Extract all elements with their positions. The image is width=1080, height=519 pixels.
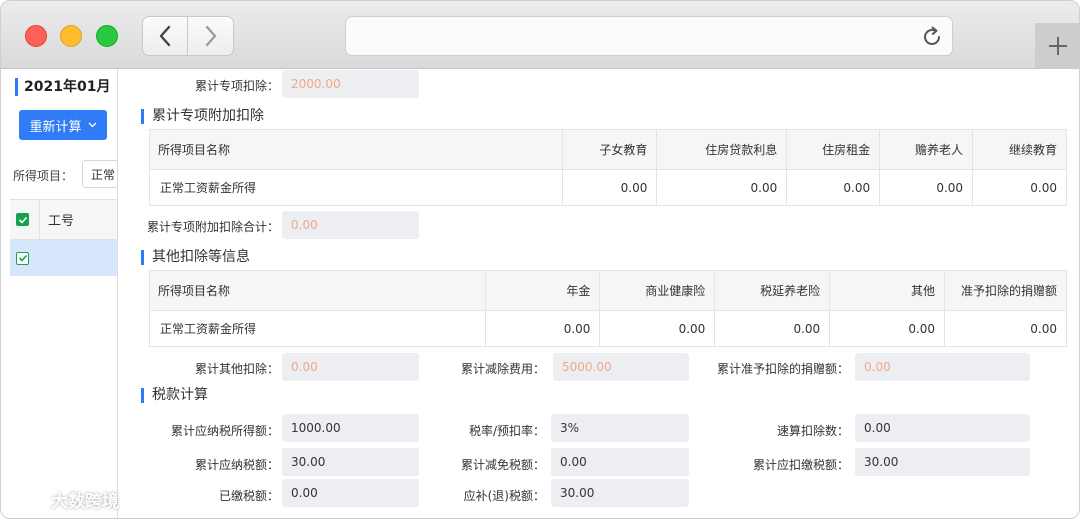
browser-window: 2021年01月 重新计算 所得项目： 正常 工号 累计专项扣除： 2000.0… — [0, 0, 1080, 519]
col-elder-support: 赡养老人 — [879, 129, 974, 170]
table-row[interactable] — [10, 240, 117, 276]
cell-deductible-donation: 0.00 — [944, 310, 1067, 347]
col-deferred-pension: 税延养老险 — [714, 270, 831, 311]
cum-donation-field: 0.00 — [855, 353, 1030, 381]
col-income-item: 所得项目名称 — [149, 270, 486, 311]
reload-icon[interactable] — [920, 25, 944, 49]
col-health-insurance: 商业健康险 — [599, 270, 716, 311]
employee-table: 工号 — [10, 199, 117, 276]
tax-payable-field: 30.00 — [282, 448, 419, 476]
other-deduction-table: 所得项目名称 年金 商业健康险 税延养老险 其他 准予扣除的捐赠额 正常工资薪金… — [149, 270, 1067, 347]
address-bar[interactable] — [345, 16, 953, 56]
check-icon — [18, 254, 27, 262]
check-icon — [18, 216, 27, 224]
left-panel: 2021年01月 重新计算 所得项目： 正常 工号 — [1, 69, 118, 518]
col-income-item: 所得项目名称 — [148, 129, 564, 170]
period-title: 2021年01月 — [15, 78, 110, 96]
cum-other-label: 累计其他扣除： — [194, 362, 279, 376]
special-total-field: 0.00 — [282, 211, 419, 239]
employee-table-header: 工号 — [10, 199, 117, 240]
recalculate-button[interactable]: 重新计算 — [19, 110, 107, 140]
cell-mortgage-interest: 0.00 — [656, 169, 788, 206]
watermark-text: 大数跨境 — [51, 492, 119, 512]
tax-relief-label: 累计减免税额： — [460, 458, 545, 472]
taxable-income-label: 累计应纳税所得额： — [170, 424, 279, 438]
tax-payable-label: 累计应纳税额： — [194, 458, 279, 472]
browser-toolbar — [1, 1, 1079, 69]
detail-panel: 累计专项扣除： 2000.00 累计专项附加扣除 所得项目名称 子女教育 住房贷… — [119, 69, 1079, 518]
column-employee-no[interactable]: 工号 — [48, 210, 74, 229]
cum-other-field: 0.00 — [282, 353, 419, 381]
table-row: 正常工资薪金所得 0.00 0.00 0.00 0.00 0.00 — [148, 169, 1067, 206]
tax-withheld-field: 30.00 — [855, 448, 1030, 476]
cell-deferred-pension: 0.00 — [714, 310, 831, 347]
cum-special-deduction-field: 2000.00 — [282, 70, 419, 98]
col-continuing-education: 继续教育 — [972, 129, 1067, 170]
quick-deduction-label: 速算扣除数： — [776, 424, 849, 438]
col-housing-rent: 住房租金 — [786, 129, 881, 170]
recalculate-label: 重新计算 — [29, 119, 82, 135]
zoom-window-button[interactable] — [96, 25, 118, 47]
tax-relief-field: 0.00 — [551, 448, 689, 476]
col-deductible-donation: 准予扣除的捐赠额 — [944, 270, 1067, 311]
cum-reduction-label: 累计减除费用： — [460, 362, 545, 376]
tax-due-label: 应补(退)税额： — [463, 489, 545, 503]
col-mortgage-interest: 住房贷款利息 — [656, 129, 788, 170]
chevron-down-icon — [88, 122, 96, 128]
minimize-window-button[interactable] — [60, 25, 82, 47]
tax-withheld-label: 累计应扣缴税额： — [752, 458, 849, 472]
tax-rate-label: 税率/预扣率： — [468, 424, 545, 438]
table-header-row: 所得项目名称 子女教育 住房贷款利息 住房租金 赡养老人 继续教育 — [148, 129, 1067, 170]
col-child-education: 子女教育 — [562, 129, 658, 170]
quick-deduction-field: 0.00 — [855, 414, 1030, 442]
section-title-tax: 税款计算 — [141, 388, 208, 403]
cell-child-education: 0.00 — [562, 169, 658, 206]
cell-annuity: 0.00 — [484, 310, 601, 347]
watermark-logo-icon — [13, 491, 43, 508]
cum-special-deduction-label: 累计专项扣除： — [194, 79, 279, 93]
row-checkbox[interactable] — [16, 251, 29, 265]
plus-icon — [1049, 37, 1067, 55]
new-tab-button[interactable] — [1035, 23, 1079, 69]
special-deduction-table: 所得项目名称 子女教育 住房贷款利息 住房租金 赡养老人 继续教育 正常工资薪金… — [148, 129, 1067, 206]
income-item-label: 所得项目： — [13, 169, 74, 183]
taxable-income-field: 1000.00 — [282, 414, 419, 442]
column-divider — [39, 199, 40, 240]
tax-rate-field: 3% — [551, 414, 689, 442]
col-annuity: 年金 — [484, 270, 601, 311]
cell-other: 0.00 — [829, 310, 946, 347]
cum-reduction-field: 5000.00 — [553, 353, 689, 381]
watermark: 大数跨境 — [11, 487, 119, 512]
table-header-row: 所得项目名称 年金 商业健康险 税延养老险 其他 准予扣除的捐赠额 — [149, 270, 1067, 311]
section-title-special: 累计专项附加扣除 — [141, 109, 264, 124]
table-row: 正常工资薪金所得 0.00 0.00 0.00 0.00 0.00 — [149, 310, 1067, 347]
close-window-button[interactable] — [25, 25, 47, 47]
cell-income-item: 正常工资薪金所得 — [149, 310, 486, 347]
cell-continuing-education: 0.00 — [972, 169, 1067, 206]
tax-paid-field: 0.00 — [282, 479, 419, 507]
section-title-other: 其他扣除等信息 — [141, 250, 250, 265]
cell-elder-support: 0.00 — [879, 169, 974, 206]
back-button[interactable] — [142, 16, 188, 56]
cum-donation-label: 累计准予扣除的捐赠额： — [716, 362, 849, 376]
forward-button[interactable] — [188, 16, 234, 56]
col-other: 其他 — [829, 270, 946, 311]
tax-paid-label: 已缴税额： — [218, 489, 279, 503]
select-all-checkbox[interactable] — [16, 213, 29, 226]
chevron-right-icon — [205, 25, 216, 47]
tax-due-field: 30.00 — [551, 479, 689, 507]
income-item-select[interactable]: 正常 — [82, 160, 117, 188]
chevron-left-icon — [159, 25, 171, 47]
special-total-label: 累计专项附加扣除合计： — [146, 220, 279, 234]
cell-housing-rent: 0.00 — [786, 169, 881, 206]
cell-health-insurance: 0.00 — [599, 310, 716, 347]
cell-income-item: 正常工资薪金所得 — [148, 169, 564, 206]
